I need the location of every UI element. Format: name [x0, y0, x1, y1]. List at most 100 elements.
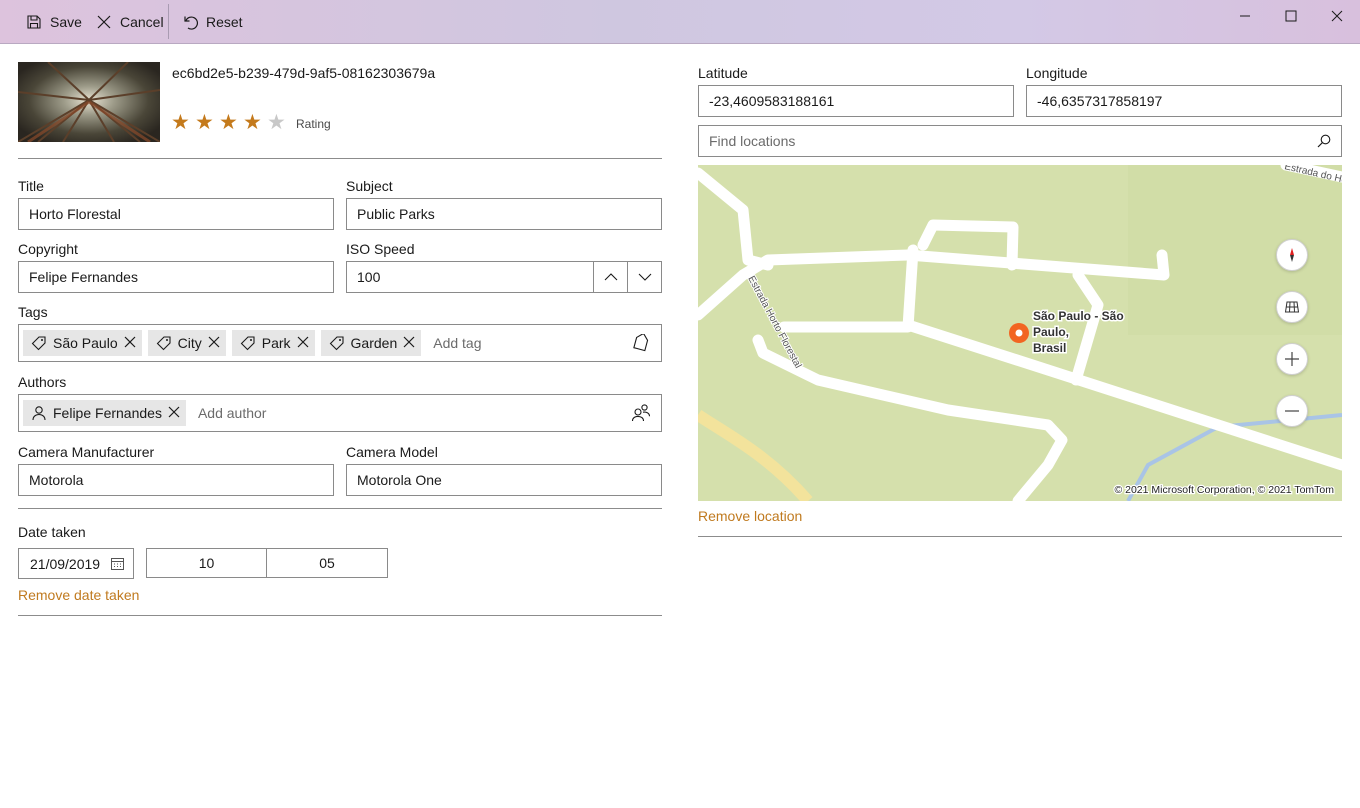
person-icon — [32, 406, 46, 421]
minute-value[interactable]: 05 — [267, 549, 387, 577]
authors-label: Authors — [18, 374, 67, 390]
manufacturer-input[interactable] — [29, 472, 333, 488]
longitude-input[interactable] — [1037, 93, 1341, 109]
remove-author-button[interactable] — [168, 405, 180, 421]
manufacturer-label: Camera Manufacturer — [18, 444, 155, 460]
location-search-field[interactable] — [698, 125, 1342, 157]
tag-icon — [240, 336, 255, 351]
close-icon — [124, 336, 136, 348]
pin-label-line-2: Paulo, — [1033, 325, 1069, 339]
map-copyright: © 2021 Microsoft Corporation, © 2021 Tom… — [1114, 484, 1334, 496]
minimize-icon — [1240, 15, 1250, 17]
latitude-input[interactable] — [709, 93, 1013, 109]
map-style-button[interactable] — [1276, 291, 1308, 323]
tag-chip: City — [147, 330, 226, 356]
remove-tag-button[interactable] — [297, 335, 309, 351]
close-window-button[interactable] — [1314, 0, 1360, 32]
map-view[interactable]: São Paulo - São Paulo, Brasil Estrada Ho… — [698, 165, 1342, 501]
cancel-button[interactable]: Cancel — [96, 0, 164, 43]
tag-chip: Park — [231, 330, 315, 356]
remove-tag-button[interactable] — [124, 335, 136, 351]
minimize-button[interactable] — [1222, 0, 1268, 32]
zoom-in-button[interactable] — [1276, 343, 1308, 375]
star-icon-3[interactable]: ★ — [219, 112, 238, 133]
pin-label-line-3: Brasil — [1033, 341, 1066, 355]
divider — [18, 508, 662, 509]
close-icon — [208, 336, 220, 348]
copyright-field[interactable] — [18, 261, 334, 293]
latitude-label: Latitude — [698, 65, 748, 81]
star-icon-4[interactable]: ★ — [243, 112, 262, 133]
divider — [698, 536, 1342, 537]
star-icon-1[interactable]: ★ — [171, 112, 190, 133]
iso-label: ISO Speed — [346, 241, 415, 257]
tag-chip: São Paulo — [23, 330, 142, 356]
remove-tag-button[interactable] — [403, 335, 415, 351]
iso-increment-button[interactable] — [593, 262, 627, 292]
iso-field[interactable] — [346, 261, 662, 293]
tags-label: Tags — [18, 304, 48, 320]
hour-value[interactable]: 10 — [147, 549, 267, 577]
remove-location-link[interactable]: Remove location — [698, 508, 802, 524]
close-icon — [97, 15, 111, 28]
reset-button[interactable]: Reset — [182, 0, 243, 43]
subject-field[interactable] — [346, 198, 662, 230]
toolbar-separator — [168, 4, 169, 39]
star-icon-5[interactable]: ★ — [267, 112, 286, 133]
date-taken-label: Date taken — [18, 524, 86, 540]
latitude-field[interactable] — [698, 85, 1014, 117]
search-icon[interactable] — [1317, 134, 1331, 148]
tag-label: Park — [261, 335, 291, 351]
minus-icon — [1285, 410, 1299, 412]
save-label: Save — [50, 13, 82, 30]
star-icon-2[interactable]: ★ — [195, 112, 214, 133]
cancel-label: Cancel — [120, 13, 164, 30]
maximize-button[interactable] — [1268, 0, 1314, 32]
photo-id: ec6bd2e5-b239-479d-9af5-08162303679a — [172, 65, 436, 81]
compass-icon — [1290, 248, 1294, 262]
compass-button[interactable] — [1276, 239, 1308, 271]
save-icon — [27, 14, 41, 29]
iso-decrement-button[interactable] — [627, 262, 661, 292]
close-icon — [168, 406, 180, 418]
author-picker-button[interactable] — [631, 403, 651, 426]
title-field[interactable] — [18, 198, 334, 230]
title-label: Title — [18, 178, 44, 194]
author-chip: Felipe Fernandes — [23, 400, 186, 426]
add-tag-input[interactable] — [433, 335, 584, 351]
forest-canopy-image — [18, 62, 160, 142]
plus-icon — [1285, 352, 1299, 366]
zoom-out-button[interactable] — [1276, 395, 1308, 427]
location-search-input[interactable] — [709, 133, 1311, 149]
time-picker[interactable]: 10 05 — [146, 548, 388, 578]
model-label: Camera Model — [346, 444, 438, 460]
tag-icon — [156, 336, 171, 351]
close-window-icon — [1331, 10, 1343, 22]
remove-date-link[interactable]: Remove date taken — [18, 587, 139, 603]
add-author-input[interactable] — [197, 405, 348, 421]
model-field[interactable] — [346, 464, 662, 496]
save-button[interactable]: Save — [26, 0, 82, 43]
tags-box[interactable]: São Paulo City Park Garden — [18, 324, 662, 362]
author-label: Felipe Fernandes — [53, 405, 162, 421]
undo-icon — [184, 16, 198, 30]
longitude-label: Longitude — [1026, 65, 1088, 81]
title-input[interactable] — [29, 206, 333, 222]
date-picker[interactable]: 21/09/2019 — [18, 548, 134, 579]
iso-input[interactable] — [357, 269, 593, 285]
authors-box[interactable]: Felipe Fernandes — [18, 394, 662, 432]
subject-label: Subject — [346, 178, 393, 194]
tag-picker-button[interactable] — [631, 332, 651, 355]
subject-input[interactable] — [357, 206, 661, 222]
model-input[interactable] — [357, 472, 661, 488]
reset-label: Reset — [206, 13, 243, 30]
chevron-up-icon — [604, 273, 617, 281]
rating-label: Rating — [296, 117, 331, 131]
map-roads: São Paulo - São Paulo, Brasil Estrada Ho… — [698, 165, 1342, 501]
remove-tag-button[interactable] — [208, 335, 220, 351]
tag-icon — [329, 336, 344, 351]
longitude-field[interactable] — [1026, 85, 1342, 117]
copyright-input[interactable] — [29, 269, 333, 285]
manufacturer-field[interactable] — [18, 464, 334, 496]
tag-label: São Paulo — [53, 335, 118, 351]
